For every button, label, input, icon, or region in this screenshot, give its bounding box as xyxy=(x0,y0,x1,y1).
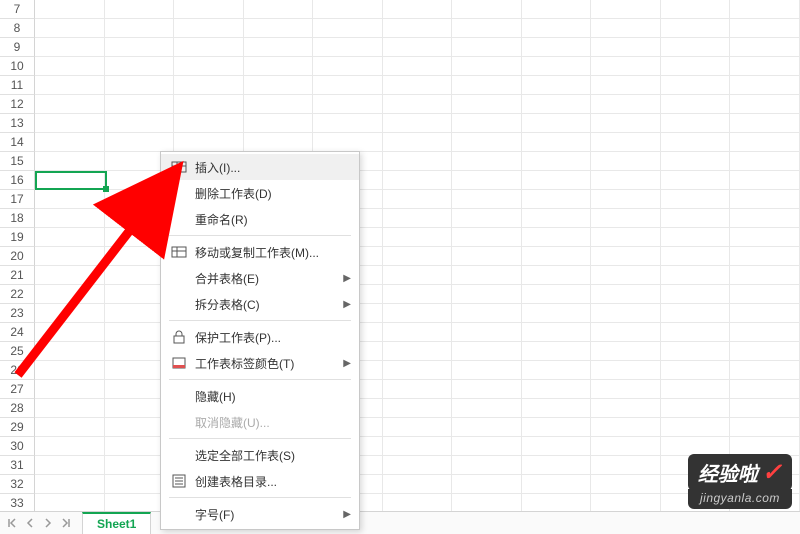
watermark-text: 经验啦 xyxy=(698,458,758,487)
row-header[interactable]: 19 xyxy=(0,228,35,247)
row-header[interactable]: 31 xyxy=(0,456,35,475)
chevron-right-icon: ▶ xyxy=(343,273,351,284)
row-header[interactable]: 12 xyxy=(0,95,35,114)
menu-label: 选定全部工作表(S) xyxy=(195,447,335,464)
menu-label: 隐藏(H) xyxy=(195,388,335,405)
lock-icon xyxy=(169,327,189,347)
menu-divider xyxy=(169,497,351,498)
menu-protect-sheet[interactable]: 保护工作表(P)... xyxy=(161,324,359,350)
menu-label: 字号(F) xyxy=(195,506,335,523)
spreadsheet-area: 7 8 9 10 11 12 13 14 15 16 17 18 19 20 2… xyxy=(0,0,800,534)
menu-divider xyxy=(169,379,351,380)
menu-label: 保护工作表(P)... xyxy=(195,329,335,346)
row-header[interactable]: 26 xyxy=(0,361,35,380)
row-header[interactable]: 11 xyxy=(0,76,35,95)
row-header[interactable]: 29 xyxy=(0,418,35,437)
row-header[interactable]: 10 xyxy=(0,57,35,76)
sheet-tab[interactable]: Sheet1 xyxy=(82,512,151,534)
row-headers: 7 8 9 10 11 12 13 14 15 16 17 18 19 20 2… xyxy=(0,0,35,532)
menu-divider xyxy=(169,320,351,321)
menu-divider xyxy=(169,235,351,236)
menu-font-size[interactable]: 字号(F) ▶ xyxy=(161,501,359,527)
menu-hide[interactable]: 隐藏(H) xyxy=(161,383,359,409)
menu-label: 插入(I)... xyxy=(195,159,335,176)
row-header[interactable]: 8 xyxy=(0,19,35,38)
menu-label: 拆分表格(C) xyxy=(195,296,335,313)
menu-label: 工作表标签颜色(T) xyxy=(195,355,335,372)
row-header[interactable]: 23 xyxy=(0,304,35,323)
row-header[interactable]: 20 xyxy=(0,247,35,266)
tab-first-icon[interactable] xyxy=(4,515,20,531)
menu-label: 创建表格目录... xyxy=(195,473,335,490)
menu-unhide: 取消隐藏(U)... xyxy=(161,409,359,435)
sheet-tab-bar: Sheet1 + xyxy=(0,511,800,534)
menu-label: 取消隐藏(U)... xyxy=(195,414,335,431)
row-header[interactable]: 18 xyxy=(0,209,35,228)
row-header[interactable]: 32 xyxy=(0,475,35,494)
tab-last-icon[interactable] xyxy=(58,515,74,531)
chevron-right-icon: ▶ xyxy=(343,299,351,310)
toc-icon xyxy=(169,471,189,491)
menu-tab-color[interactable]: 工作表标签颜色(T) ▶ xyxy=(161,350,359,376)
row-header[interactable]: 17 xyxy=(0,190,35,209)
menu-select-all-sheets[interactable]: 选定全部工作表(S) xyxy=(161,442,359,468)
row-header[interactable]: 13 xyxy=(0,114,35,133)
table-insert-icon xyxy=(169,157,189,177)
menu-label: 合并表格(E) xyxy=(195,270,335,287)
menu-label: 重命名(R) xyxy=(195,211,335,228)
row-header[interactable]: 24 xyxy=(0,323,35,342)
row-header[interactable]: 27 xyxy=(0,380,35,399)
menu-divider xyxy=(169,438,351,439)
row-header[interactable]: 9 xyxy=(0,38,35,57)
tab-navigation xyxy=(0,515,78,531)
menu-create-toc[interactable]: 创建表格目录... xyxy=(161,468,359,494)
menu-merge-sheet[interactable]: 合并表格(E) ▶ xyxy=(161,265,359,291)
checkmark-icon: ✓ xyxy=(762,458,782,487)
sheet-context-menu: 插入(I)... 删除工作表(D) 重命名(R) 移动或复制工作表(M)... … xyxy=(160,151,360,530)
menu-label: 删除工作表(D) xyxy=(195,185,335,202)
menu-rename[interactable]: 重命名(R) xyxy=(161,206,359,232)
cells-grid[interactable] xyxy=(35,0,800,511)
tab-color-icon xyxy=(169,353,189,373)
watermark: 经验啦 ✓ jingyanla.com xyxy=(688,454,792,509)
row-header[interactable]: 28 xyxy=(0,399,35,418)
row-header[interactable]: 30 xyxy=(0,437,35,456)
chevron-right-icon: ▶ xyxy=(343,509,351,520)
tab-prev-icon[interactable] xyxy=(22,515,38,531)
row-header[interactable]: 25 xyxy=(0,342,35,361)
row-header[interactable]: 16 xyxy=(0,171,35,190)
menu-insert[interactable]: 插入(I)... xyxy=(161,154,359,180)
chevron-right-icon: ▶ xyxy=(343,358,351,369)
menu-label: 移动或复制工作表(M)... xyxy=(195,244,335,261)
row-header[interactable]: 21 xyxy=(0,266,35,285)
row-header[interactable]: 14 xyxy=(0,133,35,152)
menu-split-sheet[interactable]: 拆分表格(C) ▶ xyxy=(161,291,359,317)
row-header[interactable]: 15 xyxy=(0,152,35,171)
table-move-icon xyxy=(169,242,189,262)
watermark-url: jingyanla.com xyxy=(688,489,792,509)
menu-move-copy[interactable]: 移动或复制工作表(M)... xyxy=(161,239,359,265)
tab-next-icon[interactable] xyxy=(40,515,56,531)
watermark-title: 经验啦 ✓ xyxy=(688,454,792,491)
menu-delete-sheet[interactable]: 删除工作表(D) xyxy=(161,180,359,206)
row-header[interactable]: 7 xyxy=(0,0,35,19)
row-header[interactable]: 22 xyxy=(0,285,35,304)
